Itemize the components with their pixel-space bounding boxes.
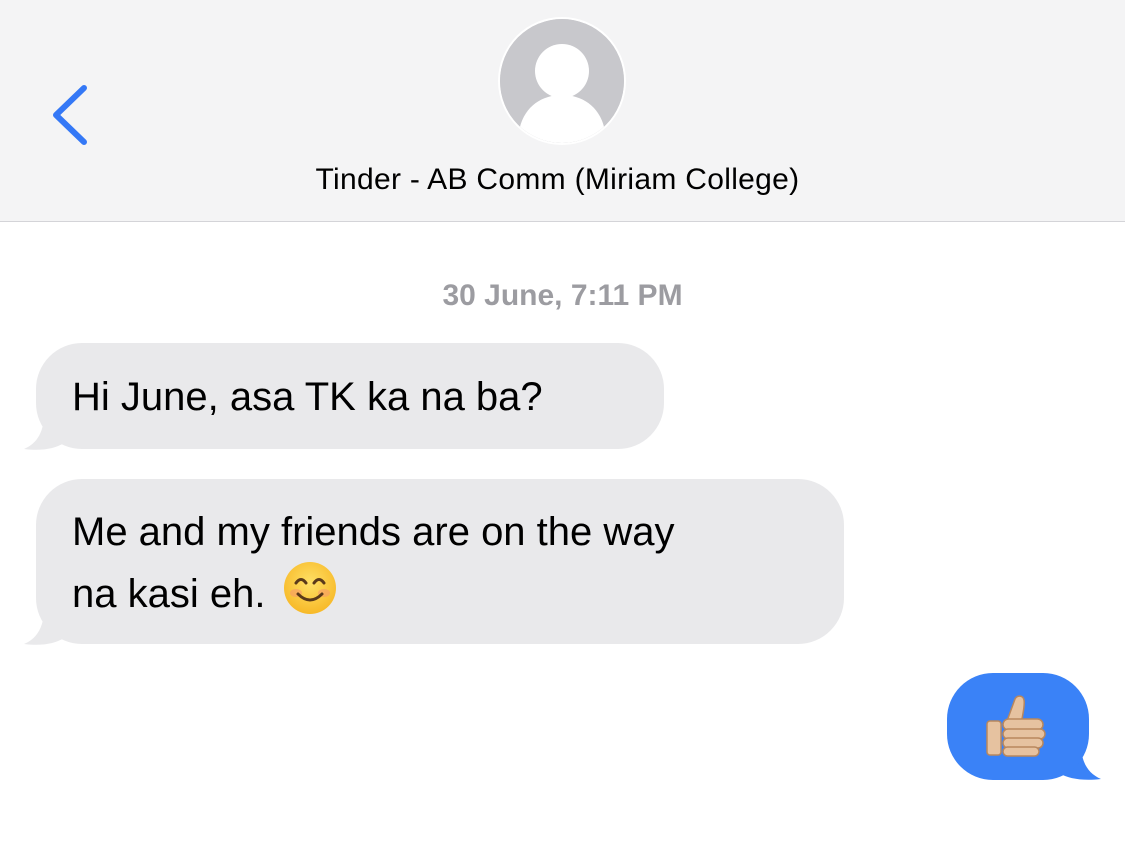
conversation-header: Tinder - AB Comm (Miriam College) [0, 0, 1125, 222]
thumbs-up-icon [986, 695, 1046, 757]
message-text: Hi June, asa TK ka na ba? [72, 375, 543, 419]
message-bubble [947, 673, 1089, 780]
received-message[interactable]: Hi June, asa TK ka na ba? [24, 343, 664, 450]
received-message[interactable]: Me and my friends are on the way na kasi… [24, 479, 844, 645]
person-silhouette-icon [500, 19, 624, 143]
message-text: na kasi eh. [72, 572, 266, 616]
message-text-line: Me and my friends are on the way [72, 510, 675, 554]
message-timestamp: 30 June, 7:11 PM [442, 279, 683, 312]
message-thread-screen: Tinder - AB Comm (Miriam College) 30 Jun… [0, 0, 1125, 846]
contact-avatar[interactable] [500, 19, 624, 143]
contact-name[interactable]: Tinder - AB Comm (Miriam College) [0, 163, 1115, 197]
message-bubble: Hi June, asa TK ka na ba? [36, 343, 664, 449]
chevron-left-icon [53, 85, 87, 145]
message-text-line: na kasi eh. [72, 561, 808, 623]
sent-message[interactable] [947, 673, 1101, 780]
message-bubble: Me and my friends are on the way na kasi… [36, 479, 844, 644]
back-button[interactable] [44, 80, 104, 150]
smiling-face-icon [283, 562, 336, 614]
